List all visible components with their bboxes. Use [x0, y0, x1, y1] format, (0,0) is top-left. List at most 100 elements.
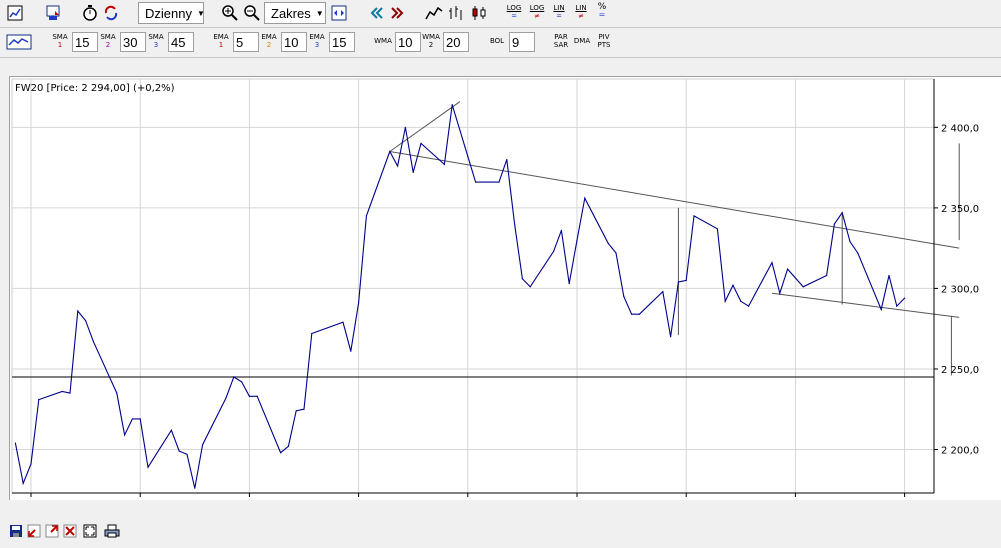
price-point	[350, 350, 352, 352]
price-chart: 2 200,02 250,02 300,02 350,02 400,02017-…	[2, 78, 979, 511]
price-point	[584, 197, 586, 199]
sma2-period-input[interactable]: 30	[120, 32, 146, 52]
log-notequal-bottom: ≠	[534, 12, 540, 20]
ema1-period-input[interactable]: 5	[233, 32, 259, 52]
price-point	[685, 279, 687, 281]
price-point	[771, 262, 773, 264]
save-icon[interactable]	[8, 523, 24, 539]
price-point	[311, 332, 313, 335]
price-point	[342, 321, 344, 323]
price-point	[443, 163, 445, 165]
toolbar-divider	[0, 27, 1001, 28]
ohlc-chart-icon[interactable]	[447, 3, 467, 23]
price-point	[116, 392, 118, 394]
wma2-period-input[interactable]: 20	[443, 32, 469, 52]
chevron-down-icon: ▼	[196, 8, 205, 18]
chart-area[interactable]: 2 200,02 250,02 300,02 350,02 400,02017-…	[2, 76, 1001, 511]
sma2-index: 2	[105, 41, 111, 49]
price-point	[248, 395, 250, 397]
price-point	[69, 392, 71, 394]
dma-button[interactable]: DMA	[573, 37, 591, 45]
parsar-button[interactable]: PAR SAR	[552, 33, 570, 49]
percent-button[interactable]: % =	[594, 3, 610, 19]
timer-icon[interactable]	[80, 3, 100, 23]
price-point	[677, 281, 680, 283]
price-point	[880, 308, 882, 310]
sma3-label: SMA 3	[146, 33, 166, 49]
toolbar-divider-2	[0, 57, 1001, 58]
sma1-period-input[interactable]: 15	[72, 32, 98, 52]
lin-equal-button[interactable]: LIN =	[550, 4, 568, 20]
price-point	[131, 418, 133, 420]
price-point	[732, 284, 734, 286]
sma1-label: SMA 1	[50, 33, 70, 49]
price-point	[740, 300, 742, 302]
ema2-label: EMA 2	[259, 33, 279, 49]
scroll-left-icon[interactable]	[366, 3, 386, 23]
price-point	[716, 228, 719, 230]
bol-period-input[interactable]: 9	[509, 32, 535, 52]
trend-line	[771, 292, 960, 318]
log-equal-top: LOG	[506, 4, 522, 12]
parsar-top: PAR	[554, 33, 568, 41]
price-point	[560, 229, 563, 232]
undo-icon[interactable]	[26, 523, 42, 539]
price-point	[420, 142, 422, 145]
log-notequal-button[interactable]: LOG ≠	[528, 4, 546, 20]
lin-equal-bottom: =	[556, 12, 562, 20]
lin-notequal-button[interactable]: LIN ≠	[572, 4, 590, 20]
price-point	[607, 242, 609, 244]
log-equal-button[interactable]: LOG =	[505, 4, 523, 20]
wma1-label: WMA	[373, 37, 393, 45]
price-point	[280, 452, 282, 454]
y-tick-label: 2 250,0	[941, 365, 979, 376]
ema3-label: EMA 3	[307, 33, 327, 49]
price-point	[295, 410, 297, 412]
price-point	[358, 302, 360, 304]
wma1-period-input[interactable]: 10	[395, 32, 421, 52]
scroll-right-icon[interactable]	[388, 3, 408, 23]
price-point	[61, 390, 63, 393]
fit-range-icon[interactable]	[329, 3, 349, 23]
interval-label: Dzienny	[145, 5, 192, 21]
fullscreen-icon[interactable]	[82, 523, 98, 539]
wma2-label: WMA 2	[421, 33, 441, 49]
price-point	[389, 150, 391, 153]
refresh-icon[interactable]	[101, 3, 121, 23]
range-dropdown[interactable]: Zakres ▼	[264, 2, 326, 24]
lin-notequal-bottom: ≠	[578, 12, 584, 20]
price-point	[404, 126, 406, 128]
sma3-period-input[interactable]: 45	[168, 32, 194, 52]
candlestick-chart-icon[interactable]	[470, 3, 490, 23]
price-point	[802, 286, 804, 288]
indicator-settings-icon[interactable]	[5, 32, 33, 52]
delete-lines-icon[interactable]	[62, 523, 78, 539]
price-point	[178, 450, 180, 452]
price-point	[787, 268, 789, 270]
ema3-index: 3	[314, 41, 320, 49]
print-icon[interactable]	[104, 523, 120, 539]
zoom-in-icon[interactable]	[220, 3, 240, 23]
price-point	[194, 487, 196, 489]
ema2-period-input[interactable]: 10	[281, 32, 307, 52]
price-point	[147, 466, 149, 468]
price-point	[857, 252, 859, 254]
zoom-out-icon[interactable]	[242, 3, 262, 23]
ema1-name: EMA	[213, 33, 229, 41]
ema3-period-input[interactable]: 15	[329, 32, 355, 52]
price-point	[638, 313, 641, 315]
grid-lines	[11, 78, 935, 494]
parsar-bottom: SAR	[553, 41, 569, 49]
price-point	[896, 305, 898, 307]
price-point	[475, 181, 477, 183]
line-chart-icon[interactable]	[424, 3, 444, 23]
export-icon[interactable]	[43, 3, 63, 23]
interval-dropdown[interactable]: Dzienny ▼	[138, 2, 205, 24]
pivot-points-button[interactable]: PIV PTS	[595, 33, 613, 49]
price-point	[38, 398, 40, 401]
sma1-index: 1	[57, 41, 63, 49]
price-point	[225, 397, 227, 399]
redo-icon[interactable]	[44, 523, 60, 539]
price-point	[849, 241, 851, 243]
chart-window-icon[interactable]	[5, 3, 25, 23]
